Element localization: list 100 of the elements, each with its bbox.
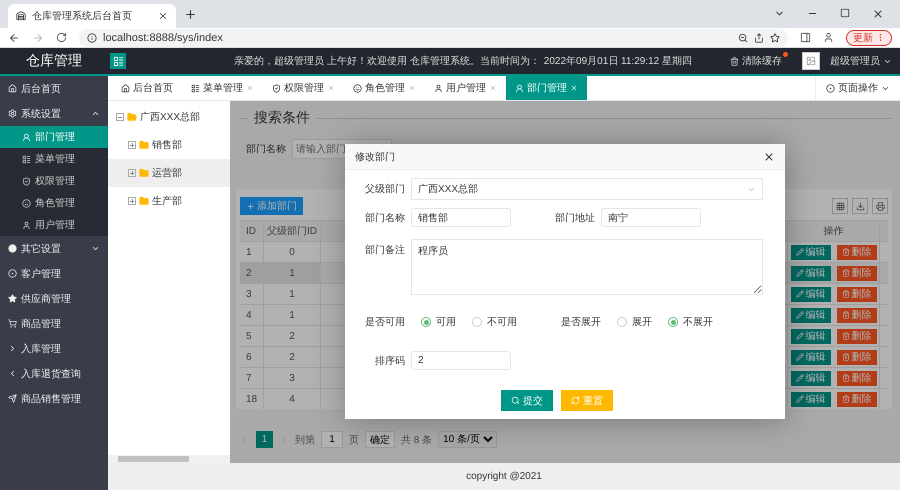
pencil-icon [796,311,804,319]
field-label: 部门名称 [246,142,286,156]
cart-icon [8,319,17,328]
sidebar-item[interactable]: 系统设置 [0,101,108,126]
parent-select[interactable]: 广西XXX总部 [411,178,763,200]
sidebar-item[interactable]: 商品销售管理 [0,386,108,411]
star-icon[interactable] [770,32,780,42]
sidebar-item[interactable]: 其它设置 [0,236,108,261]
scrollbar[interactable] [108,455,230,463]
trash-icon [842,395,850,403]
radio-button[interactable] [472,317,482,327]
expand-toggle-icon[interactable] [128,169,136,177]
folder-icon [139,168,149,178]
profile-icon[interactable] [823,32,834,43]
export-button[interactable] [852,198,868,214]
tree-node[interactable]: 运营部 [108,159,230,187]
refresh-icon [571,396,580,405]
app-logo: 仓库管理 [25,52,83,70]
chevron-right-icon [8,344,17,353]
update-button[interactable]: 更新 [846,30,892,46]
sidebar-item[interactable]: 供应商管理 [0,286,108,311]
avatar-icon[interactable] [802,52,820,70]
sidebar-item[interactable]: 客户管理 [0,261,108,286]
user-menu[interactable]: 超级管理员 [830,54,892,68]
radio-label: 不展开 [683,316,713,329]
radio-label: 展开 [632,316,652,329]
trash-icon [842,332,850,340]
field-label: 排序码 [374,354,405,368]
input-field[interactable]: 2 [411,351,511,370]
close-icon[interactable] [872,8,884,20]
folder-icon [139,140,149,150]
page-input[interactable]: 1 [321,431,343,448]
expand-toggle-icon[interactable] [128,141,136,149]
chevron-left-icon [8,369,17,378]
input-field[interactable]: 南宁 [601,208,701,227]
clear-cache-link[interactable]: 清除缓存 [730,54,788,68]
print-button[interactable] [872,198,888,214]
user-icon [515,84,524,92]
download-icon [856,202,864,210]
browser-tab[interactable]: 仓库管理系统后台首页 [8,4,176,28]
radio-button[interactable] [421,317,431,327]
close-icon[interactable] [158,11,168,21]
reload-icon[interactable] [56,32,67,43]
user-icon [22,132,31,142]
address-bar[interactable]: localhost:8888/sys/index [79,28,788,46]
tree-node[interactable]: 销售部 [108,131,230,159]
sidebar-item[interactable]: 商品管理 [0,311,108,336]
radio-button[interactable] [668,317,678,327]
pencil-icon [796,374,804,382]
sidebar-item[interactable]: 后台首页 [0,76,108,101]
table-cell: 18 [240,389,264,409]
target-icon [826,84,835,92]
table-cell: 4 [264,389,321,409]
plus-icon [246,202,255,210]
search-icon [511,396,520,405]
pencil-icon [796,332,804,340]
trash-icon [842,311,850,319]
welcome-text: 亲爱的，超级管理员 上午好！欢迎使用 仓库管理系统。当前时间为： [234,54,540,68]
tree-node[interactable]: 广西XXX总部 [108,103,230,131]
sidebar-subitem[interactable]: 菜单管理 [0,148,108,170]
submit-button[interactable]: 提交 [501,390,553,411]
copyright-text: copyright @2021 [466,471,542,482]
page-actions-menu[interactable]: 页面操作 [815,76,900,100]
zoom-icon[interactable] [738,32,748,42]
sidebar-item[interactable]: 入库管理 [0,336,108,361]
sidebar-subitem[interactable]: 部门管理 [0,126,108,148]
expand-toggle-icon[interactable] [128,197,136,205]
field-label: 部门备注 [364,244,405,257]
pencil-icon [796,290,804,298]
smile-icon [22,198,31,208]
radio-button[interactable] [617,317,627,327]
columns-button[interactable] [832,198,848,214]
page-tab[interactable]: 部门管理 [506,76,587,100]
confirm-button[interactable]: 确定 [365,431,395,448]
input-field[interactable]: 销售部 [411,208,511,227]
close-button[interactable] [763,150,775,162]
pencil-icon [796,269,804,277]
trash-icon [842,374,850,382]
sidebar-subitem[interactable]: 权限管理 [0,170,108,192]
house-icon [121,84,130,92]
smile-icon [353,84,362,92]
sidebar-subitem[interactable]: 用户管理 [0,214,108,236]
trash-icon [842,353,850,361]
expand-toggle-icon[interactable] [116,113,124,121]
tree-node[interactable]: 生产部 [108,187,230,215]
sidebar-subitem[interactable]: 角色管理 [0,192,108,214]
new-tab-icon[interactable] [184,8,197,20]
side-panel-icon[interactable] [800,32,811,43]
caret-icon [91,109,100,118]
remark-textarea[interactable]: 程序员 [411,239,763,295]
maximize-icon[interactable] [840,8,850,18]
page-size-select[interactable]: 10 条/页 [438,431,498,448]
share-icon[interactable] [754,32,764,42]
trash-icon [842,248,850,256]
info-icon[interactable] [87,32,97,42]
list-icon [191,84,200,92]
sidebar-item[interactable]: 入库退货查询 [0,361,108,386]
menu-toggle-button[interactable] [110,53,126,69]
star-icon [8,294,17,303]
back-icon[interactable] [8,32,20,44]
